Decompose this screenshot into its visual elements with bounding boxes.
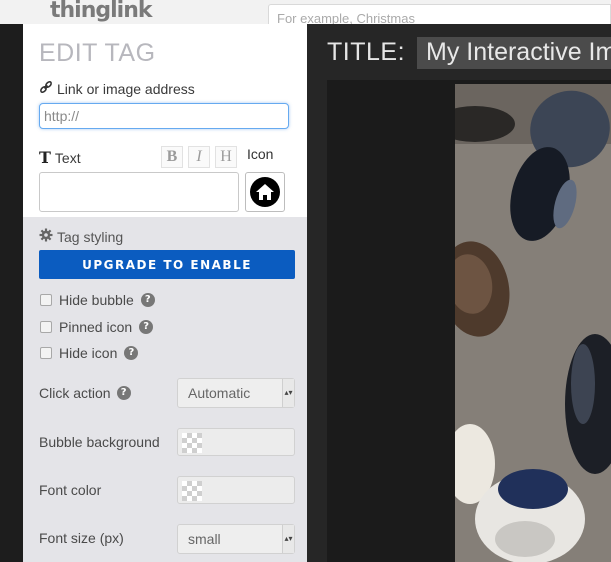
image-editor: TITLE: My Interactive Image <box>307 24 611 562</box>
transparent-swatch-icon <box>182 481 202 501</box>
font-color-row: Font color <box>39 482 101 498</box>
hide-icon-row: Hide icon ? <box>40 345 139 361</box>
font-size-row: Font size (px) <box>39 530 124 546</box>
text-label-row: T Text <box>39 148 81 167</box>
hide-icon-label: Hide icon <box>59 345 118 361</box>
tag-styling-label: Tag styling <box>57 228 124 245</box>
title-value: My Interactive Image <box>426 38 611 66</box>
hide-bubble-label: Hide bubble <box>59 292 134 308</box>
link-label: Link or image address <box>57 80 195 97</box>
icon-picker-button[interactable] <box>245 172 285 212</box>
text-input[interactable] <box>39 172 239 212</box>
title-input[interactable]: My Interactive Image <box>417 37 611 69</box>
icon-label: Icon <box>247 146 274 162</box>
link-input[interactable] <box>39 103 289 129</box>
link-icon <box>39 80 53 97</box>
font-color-picker[interactable] <box>177 476 295 504</box>
help-icon[interactable]: ? <box>140 293 155 307</box>
transparent-swatch-icon <box>182 433 202 453</box>
panel-title: EDIT TAG <box>39 39 156 67</box>
hide-bubble-row: Hide bubble ? <box>40 292 155 308</box>
gear-icon <box>39 228 53 245</box>
home-icon <box>250 177 280 207</box>
shoes-photo[interactable] <box>455 84 611 562</box>
font-color-label: Font color <box>39 482 102 498</box>
hide-bubble-checkbox[interactable] <box>40 294 52 306</box>
title-label: TITLE: <box>327 38 406 66</box>
bubble-background-row: Bubble background <box>39 434 160 450</box>
hide-icon-checkbox[interactable] <box>40 347 52 359</box>
help-icon[interactable]: ? <box>124 346 139 360</box>
pinned-icon-label: Pinned icon <box>59 319 133 335</box>
font-size-label: Font size (px) <box>39 530 124 546</box>
click-action-row: Click action ? <box>39 385 131 401</box>
tag-styling-row: Tag styling <box>39 228 123 245</box>
upgrade-to-enable-button[interactable]: UPGRADE TO ENABLE <box>39 250 295 279</box>
edit-tag-panel: EDIT TAG Link or image address T Text B … <box>23 24 307 562</box>
click-action-label: Click action <box>39 385 111 401</box>
heading-button[interactable]: H <box>215 146 237 168</box>
select-arrows-icon: ▴▾ <box>282 525 294 553</box>
top-bar: thinglink For example, Christmas <box>0 0 611 26</box>
italic-button[interactable]: I <box>188 146 210 168</box>
pinned-icon-row: Pinned icon ? <box>40 319 154 335</box>
help-icon[interactable]: ? <box>116 386 131 400</box>
text-icon: T <box>39 148 51 167</box>
thinglink-logo[interactable]: thinglink <box>50 0 153 23</box>
text-label: Text <box>54 149 81 166</box>
bold-button[interactable]: B <box>161 146 183 168</box>
bubble-background-color-picker[interactable] <box>177 428 295 456</box>
pinned-icon-checkbox[interactable] <box>40 321 52 333</box>
select-arrows-icon: ▴▾ <box>282 379 294 407</box>
bubble-background-label: Bubble background <box>39 434 160 450</box>
search-bar[interactable]: For example, Christmas <box>268 4 611 26</box>
image-canvas[interactable] <box>327 80 611 562</box>
link-label-row: Link or image address <box>39 80 195 97</box>
help-icon[interactable]: ? <box>139 320 154 334</box>
font-size-select[interactable]: small ▴▾ <box>177 524 295 554</box>
click-action-select[interactable]: Automatic ▴▾ <box>177 378 295 408</box>
click-action-value: Automatic <box>188 385 251 401</box>
font-size-value: small <box>188 531 221 547</box>
